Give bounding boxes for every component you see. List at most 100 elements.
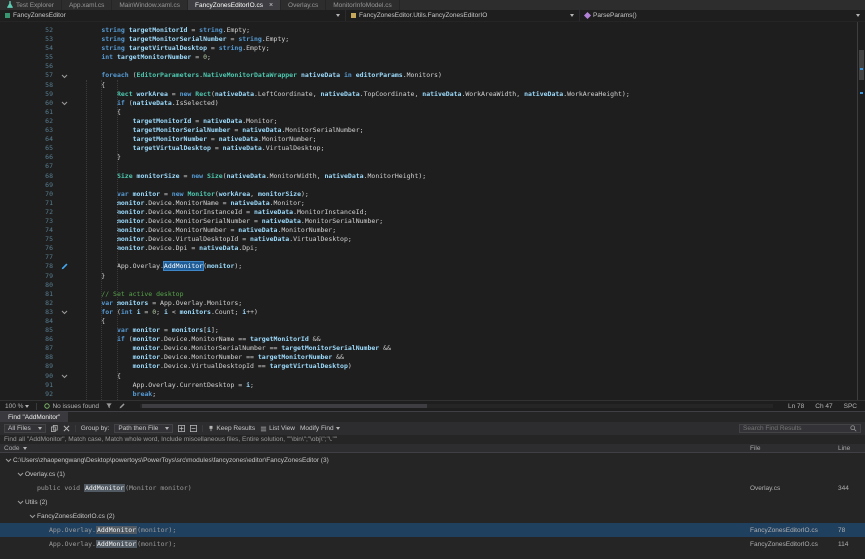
code-line[interactable]: 57 foreach (EditorParameters.NativeMonit… bbox=[0, 71, 865, 80]
editor-horizontal-scrollbar[interactable] bbox=[140, 404, 773, 408]
line-number[interactable]: 62 bbox=[0, 117, 58, 126]
code-line[interactable]: 61 { bbox=[0, 108, 865, 117]
line-number[interactable]: 52 bbox=[0, 26, 58, 35]
code-line[interactable]: 76 monitor.Device.Dpi = nativeData.Dpi; bbox=[0, 244, 865, 253]
line-number[interactable]: 69 bbox=[0, 181, 58, 190]
line-number[interactable]: 78 bbox=[0, 262, 58, 271]
line-number[interactable]: 81 bbox=[0, 290, 58, 299]
search-input[interactable] bbox=[743, 425, 848, 432]
line-number[interactable]: 73 bbox=[0, 217, 58, 226]
code-line[interactable]: 66 } bbox=[0, 153, 865, 162]
pencil-icon[interactable] bbox=[119, 403, 125, 409]
clear-results-icon[interactable] bbox=[63, 425, 70, 432]
file-tab[interactable]: MonitorInfoModel.cs bbox=[326, 0, 400, 10]
line-number[interactable]: 71 bbox=[0, 199, 58, 208]
line-number[interactable]: 53 bbox=[0, 35, 58, 44]
search-find-results-box[interactable] bbox=[739, 424, 861, 433]
scrollbar-thumb[interactable] bbox=[142, 404, 427, 408]
line-column-header[interactable]: Line bbox=[838, 444, 850, 452]
find-group-row[interactable]: Overlay.cs (1) bbox=[0, 467, 865, 481]
code-line[interactable]: 70 var monitor = new Monitor(workArea, m… bbox=[0, 190, 865, 199]
line-number[interactable]: 64 bbox=[0, 135, 58, 144]
file-column-header[interactable]: File bbox=[750, 444, 760, 452]
code-line[interactable]: 80 bbox=[0, 281, 865, 290]
collapse-all-icon[interactable] bbox=[190, 425, 197, 432]
line-number[interactable]: 56 bbox=[0, 62, 58, 71]
code-line[interactable]: 54 string targetVirtualDesktop = string.… bbox=[0, 44, 865, 53]
file-tab[interactable]: MainWindow.xaml.cs bbox=[112, 0, 188, 10]
code-line[interactable]: 53 string targetMonitorSerialNumber = st… bbox=[0, 35, 865, 44]
line-number[interactable]: 67 bbox=[0, 162, 58, 171]
find-result-row[interactable]: public void AddMonitor(Monitor monitor)O… bbox=[0, 481, 865, 495]
scope-dropdown[interactable]: All Files bbox=[4, 424, 46, 433]
code-line[interactable]: 92 break; bbox=[0, 390, 865, 399]
line-number[interactable]: 79 bbox=[0, 272, 58, 281]
modify-find-button[interactable]: Modify Find bbox=[300, 425, 340, 432]
code-line[interactable]: 75 monitor.Device.VirtualDesktopId = nat… bbox=[0, 235, 865, 244]
code-line[interactable]: 72 monitor.Device.MonitorInstanceId = na… bbox=[0, 208, 865, 217]
code-line[interactable]: 87 monitor.Device.MonitorSerialNumber ==… bbox=[0, 344, 865, 353]
code-line[interactable]: 88 monitor.Device.MonitorNumber == targe… bbox=[0, 353, 865, 362]
project-dropdown[interactable]: FancyZonesEditor bbox=[0, 10, 346, 21]
code-line[interactable]: 73 monitor.Device.MonitorSerialNumber = … bbox=[0, 217, 865, 226]
code-line[interactable]: 83 for (int i = 0; i < monitors.Count; i… bbox=[0, 308, 865, 317]
file-tab[interactable]: FancyZonesEditorIO.cs× bbox=[188, 0, 281, 10]
find-results-tab[interactable]: Find "AddMonitor" bbox=[0, 412, 68, 422]
chevron-down-icon[interactable] bbox=[16, 472, 25, 477]
file-tab[interactable]: Test Explorer bbox=[0, 0, 62, 10]
line-number[interactable]: 61 bbox=[0, 108, 58, 117]
filter-icon[interactable] bbox=[106, 403, 112, 409]
line-number[interactable]: 59 bbox=[0, 90, 58, 99]
line-number[interactable]: 74 bbox=[0, 226, 58, 235]
code-line[interactable]: 84 { bbox=[0, 317, 865, 326]
code-line[interactable]: 65 targetVirtualDesktop = nativeData.Vir… bbox=[0, 144, 865, 153]
find-group-row[interactable]: FancyZonesEditorIO.cs (2) bbox=[0, 509, 865, 523]
line-number[interactable]: 80 bbox=[0, 281, 58, 290]
line-number[interactable]: 70 bbox=[0, 190, 58, 199]
line-number[interactable]: 89 bbox=[0, 362, 58, 371]
line-number[interactable]: 85 bbox=[0, 326, 58, 335]
expand-all-icon[interactable] bbox=[178, 425, 185, 432]
find-group-row[interactable]: C:\Users\zhaopengwang\Desktop\powertoys\… bbox=[0, 453, 865, 467]
code-line[interactable]: 64 targetMonitorNumber = nativeData.Moni… bbox=[0, 135, 865, 144]
line-number[interactable]: 92 bbox=[0, 390, 58, 399]
line-number[interactable]: 66 bbox=[0, 153, 58, 162]
line-number[interactable]: 57 bbox=[0, 71, 58, 80]
code-line[interactable]: 68 Size monitorSize = new Size(nativeDat… bbox=[0, 172, 865, 181]
code-line[interactable]: 58 { bbox=[0, 81, 865, 90]
find-group-row[interactable]: Utils (2) bbox=[0, 495, 865, 509]
list-view-toggle[interactable]: List View bbox=[260, 425, 295, 432]
code-area[interactable]: 52 string targetMonitorId = string.Empty… bbox=[0, 26, 865, 399]
fold-icon[interactable] bbox=[58, 308, 70, 317]
fold-icon[interactable] bbox=[58, 99, 70, 108]
code-line[interactable]: 60 if (nativeData.IsSelected) bbox=[0, 99, 865, 108]
code-line[interactable]: 79 } bbox=[0, 272, 865, 281]
line-number[interactable]: 55 bbox=[0, 53, 58, 62]
member-dropdown[interactable]: ParseParams() bbox=[580, 10, 865, 21]
code-line[interactable]: 81 // Set active desktop bbox=[0, 290, 865, 299]
code-line[interactable]: 74 monitor.Device.MonitorNumber = native… bbox=[0, 226, 865, 235]
spaces-indicator[interactable]: SPC bbox=[844, 403, 857, 410]
code-line[interactable]: 52 string targetMonitorId = string.Empty… bbox=[0, 26, 865, 35]
line-number[interactable]: 72 bbox=[0, 208, 58, 217]
file-tab[interactable]: App.xaml.cs bbox=[62, 0, 112, 10]
chevron-down-icon[interactable] bbox=[16, 500, 25, 505]
editor-vertical-scrollbar[interactable] bbox=[857, 22, 865, 400]
code-column-header[interactable]: Code bbox=[4, 444, 27, 452]
keep-results-toggle[interactable]: Keep Results bbox=[208, 425, 255, 432]
line-number[interactable]: 84 bbox=[0, 317, 58, 326]
code-line[interactable]: 90 { bbox=[0, 372, 865, 381]
chevron-down-icon[interactable] bbox=[28, 514, 37, 519]
fold-icon[interactable] bbox=[58, 71, 70, 80]
line-number[interactable]: 86 bbox=[0, 335, 58, 344]
line-number[interactable]: 90 bbox=[0, 372, 58, 381]
code-line[interactable]: 55 int targetMonitorNumber = 0; bbox=[0, 53, 865, 62]
code-line[interactable]: 71 monitor.Device.MonitorName = nativeDa… bbox=[0, 199, 865, 208]
code-line[interactable]: 86 if (monitor.Device.MonitorName == tar… bbox=[0, 335, 865, 344]
scrollbar-thumb[interactable] bbox=[859, 50, 864, 80]
file-tab[interactable]: Overlay.cs bbox=[281, 0, 326, 10]
column-indicator[interactable]: Ch 47 bbox=[815, 403, 832, 410]
line-number[interactable]: 82 bbox=[0, 299, 58, 308]
find-result-row[interactable]: App.Overlay.AddMonitor(monitor);FancyZon… bbox=[0, 537, 865, 551]
copy-icon[interactable] bbox=[51, 425, 58, 432]
